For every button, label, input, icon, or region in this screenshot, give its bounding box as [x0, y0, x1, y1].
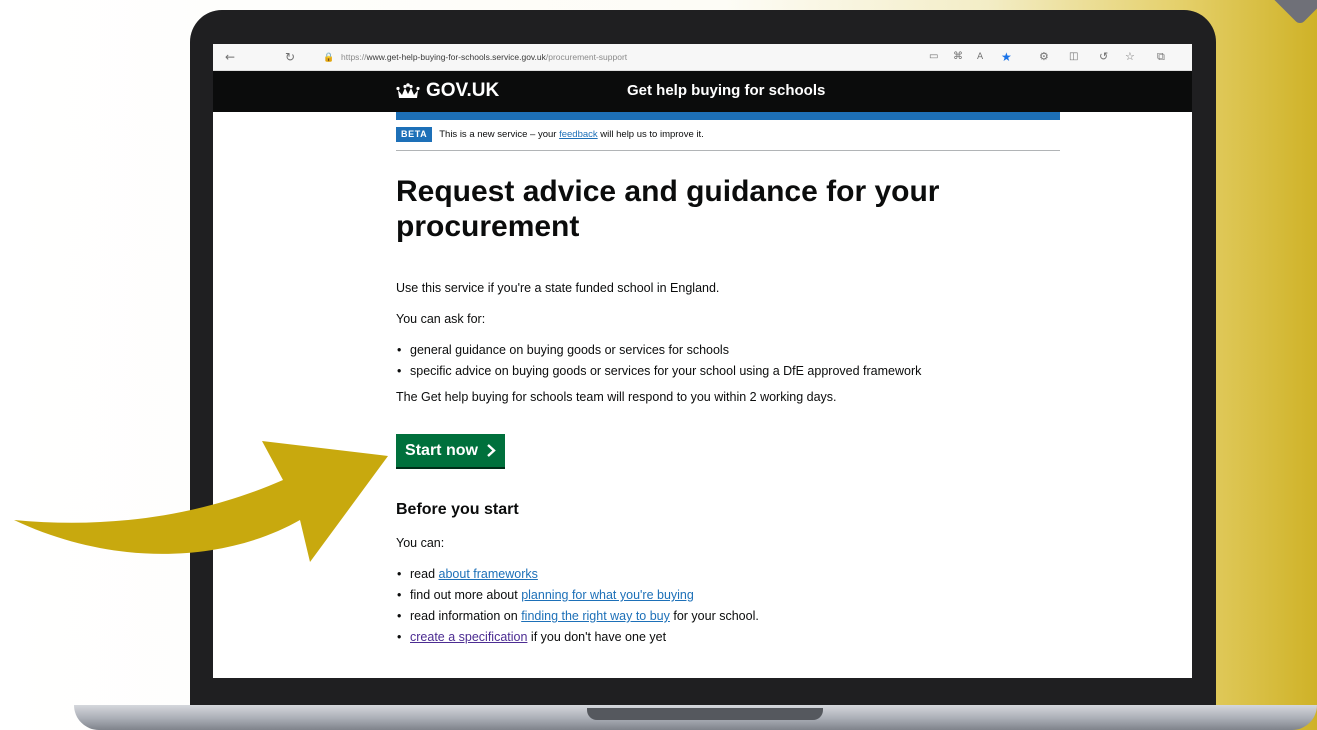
- apps-icon[interactable]: ⌘: [953, 48, 963, 66]
- url-host: www.get-help-buying-for-schools.service.…: [366, 52, 546, 62]
- list-item: read about frameworks: [396, 566, 1060, 582]
- back-icon[interactable]: ←: [225, 48, 235, 66]
- screenshot-icon[interactable]: ◫: [1069, 48, 1078, 66]
- intro-text: Use this service if you're a state funde…: [396, 281, 720, 295]
- header-blue-bar: [396, 112, 1060, 120]
- phase-banner-text: This is a new service – your feedback wi…: [439, 127, 704, 142]
- ask-for-text: You can ask for:: [396, 312, 486, 326]
- browser-toolbar: ← ↻ 🔒 https://www.get-help-buying-for-sc…: [213, 44, 1192, 71]
- list-item: create a specification if you don't have…: [396, 629, 1060, 645]
- feedback-link[interactable]: feedback: [559, 129, 598, 140]
- gov-logo-link[interactable]: GOV.UK: [396, 80, 499, 102]
- right-way-to-buy-link[interactable]: finding the right way to buy: [521, 609, 670, 623]
- response-text: The Get help buying for schools team wil…: [396, 390, 837, 404]
- you-can-text: You can:: [396, 536, 445, 550]
- laptop-screen: ← ↻ 🔒 https://www.get-help-buying-for-sc…: [213, 44, 1192, 678]
- page-title: Request advice and guidance for your pro…: [396, 175, 940, 243]
- banner-text-before: This is a new service – your: [439, 129, 557, 140]
- beta-tag: BETA: [396, 127, 433, 142]
- reader-view-icon[interactable]: ▭: [929, 48, 938, 66]
- about-frameworks-link[interactable]: about frameworks: [439, 567, 538, 581]
- before-you-start-heading: Before you start: [396, 501, 519, 518]
- list-item: specific advice on buying goods or servi…: [396, 363, 1060, 379]
- refresh-icon[interactable]: ↻: [285, 48, 295, 66]
- read-aloud-icon[interactable]: A: [977, 48, 983, 66]
- list-item-text: find out more about: [410, 588, 518, 602]
- url-prefix: https://: [341, 52, 367, 62]
- crown-icon: [396, 82, 420, 98]
- before-you-start-section: Before you start You can: read about fra…: [396, 500, 1060, 650]
- list-item: find out more about planning for what yo…: [396, 587, 1060, 603]
- planning-link[interactable]: planning for what you're buying: [521, 588, 694, 602]
- laptop-notch: [587, 708, 823, 720]
- service-name-link[interactable]: Get help buying for schools: [627, 81, 825, 101]
- favorites-icon[interactable]: ☆: [1125, 48, 1135, 66]
- list-item-text: if you don't have one yet: [530, 630, 667, 644]
- list-item: general guidance on buying goods or serv…: [396, 342, 1060, 358]
- address-bar[interactable]: https://www.get-help-buying-for-schools.…: [341, 49, 627, 65]
- collections-icon[interactable]: ⧉: [1157, 48, 1165, 66]
- start-now-label: Start now: [405, 441, 478, 459]
- list-item: read information on finding the right wa…: [396, 608, 1060, 624]
- chevron-right-icon: [487, 444, 496, 457]
- gov-header: GOV.UK Get help buying for schools: [213, 71, 1192, 112]
- phase-banner: BETA This is a new service – your feedba…: [396, 127, 1060, 151]
- before-list: read about frameworks find out more abou…: [396, 566, 1060, 645]
- list-item-text: for your school.: [673, 609, 759, 623]
- gov-logo-text: GOV.UK: [426, 80, 500, 101]
- list-item-text: read: [410, 567, 436, 581]
- list-item-text: read information on: [410, 609, 518, 623]
- lock-icon[interactable]: 🔒: [323, 49, 334, 67]
- main-content: Request advice and guidance for your pro…: [396, 174, 1060, 405]
- banner-text-after: will help us to improve it.: [600, 129, 704, 140]
- extensions-icon[interactable]: ⚙: [1039, 48, 1049, 66]
- copilot-icon[interactable]: ↺: [1099, 48, 1108, 66]
- start-now-button[interactable]: Start now: [396, 434, 505, 467]
- ask-for-list: general guidance on buying goods or serv…: [396, 342, 1060, 379]
- create-specification-link[interactable]: create a specification: [410, 630, 527, 644]
- url-path: /procurement-support: [545, 52, 628, 62]
- favorite-star-icon[interactable]: ★: [1001, 48, 1012, 66]
